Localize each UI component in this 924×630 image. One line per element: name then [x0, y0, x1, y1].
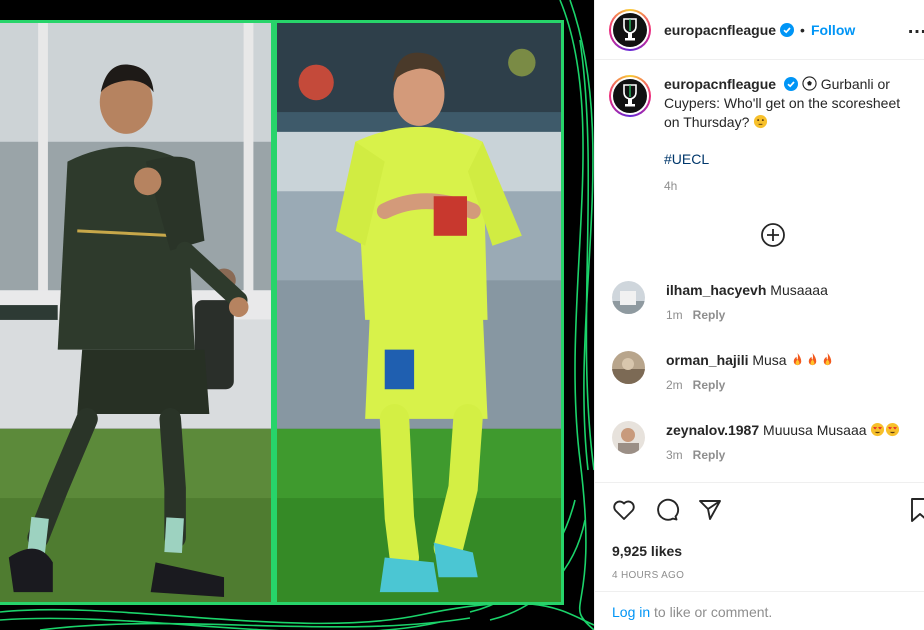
post-caption: europacnfleague Gurbanli or Cuypers: Who…	[595, 61, 924, 196]
soccer-ball-icon	[802, 76, 817, 91]
more-options-icon[interactable]: …	[907, 16, 924, 39]
comment-time: 2m	[666, 378, 683, 392]
comment-item: orman_hajili Musa 2m Reply	[612, 351, 922, 392]
commenter-avatar[interactable]	[612, 351, 645, 384]
bookmark-icon[interactable]	[909, 497, 924, 523]
comment-text: Musa	[752, 352, 787, 368]
verified-badge-icon	[783, 77, 798, 91]
caption-username[interactable]: europacnfleague	[664, 76, 776, 92]
verified-badge-icon	[780, 22, 795, 37]
reply-button[interactable]: Reply	[693, 448, 726, 462]
fire-icon	[824, 352, 832, 366]
comment-username[interactable]: ilham_hacyevh	[666, 282, 766, 298]
comment-text: Musaaaa	[770, 282, 828, 298]
separator-dot: •	[800, 21, 805, 38]
profile-avatar[interactable]	[609, 8, 651, 51]
comment-text: Muuusa Musaaa	[763, 422, 867, 438]
heart-eyes-icon	[871, 422, 885, 437]
post-actions: 9,925 likes 4 HOURS AGO Log in to like o…	[595, 482, 924, 630]
comment-username[interactable]: orman_hajili	[666, 352, 748, 368]
heart-icon[interactable]	[611, 497, 637, 523]
header-username[interactable]: europacnfleague	[664, 22, 776, 38]
follow-button[interactable]: Follow	[811, 22, 855, 38]
fire-icon	[794, 352, 802, 366]
comment-username[interactable]: zeynalov.1987	[666, 422, 759, 438]
paper-plane-icon[interactable]	[697, 497, 723, 523]
comments-section[interactable]: europacnfleague Gurbanli or Cuypers: Who…	[595, 61, 924, 481]
comment-item: ilham_hacyevh Musaaaa 1m Reply	[612, 281, 922, 322]
hashtag-link[interactable]: #UECL	[664, 150, 909, 169]
comment-bubble-icon[interactable]	[654, 497, 680, 523]
commenter-avatar[interactable]	[612, 421, 645, 454]
caption-time: 4h	[664, 179, 678, 193]
caption-avatar[interactable]	[609, 75, 651, 117]
reply-button[interactable]: Reply	[693, 378, 726, 392]
comment-item: zeynalov.1987 Muuusa Musaaa 3m Reply	[612, 421, 922, 462]
plus-circle-icon[interactable]	[760, 222, 786, 248]
login-prompt-text: to like or comment.	[650, 604, 773, 620]
fire-icon	[809, 352, 817, 366]
comment-time: 3m	[666, 448, 683, 462]
login-prompt: Log in to like or comment.	[595, 591, 924, 630]
thinking-face-icon	[754, 114, 768, 129]
post-side-panel: europacnfleague • Follow … euro	[594, 0, 924, 630]
post-timestamp: 4 HOURS AGO	[612, 570, 685, 581]
comment-time: 1m	[666, 308, 683, 322]
trophy-logo-icon	[623, 84, 637, 107]
heart-eyes-icon	[886, 422, 900, 437]
post-header: europacnfleague • Follow …	[595, 0, 924, 60]
trophy-logo-icon	[623, 17, 637, 40]
post-media[interactable]	[0, 0, 594, 630]
likes-count[interactable]: 9,925 likes	[612, 543, 682, 559]
reply-button[interactable]: Reply	[693, 308, 726, 322]
photo-left-player	[0, 20, 274, 605]
photo-right-player	[274, 20, 564, 605]
commenter-avatar[interactable]	[612, 281, 645, 314]
login-link[interactable]: Log in	[612, 604, 650, 620]
